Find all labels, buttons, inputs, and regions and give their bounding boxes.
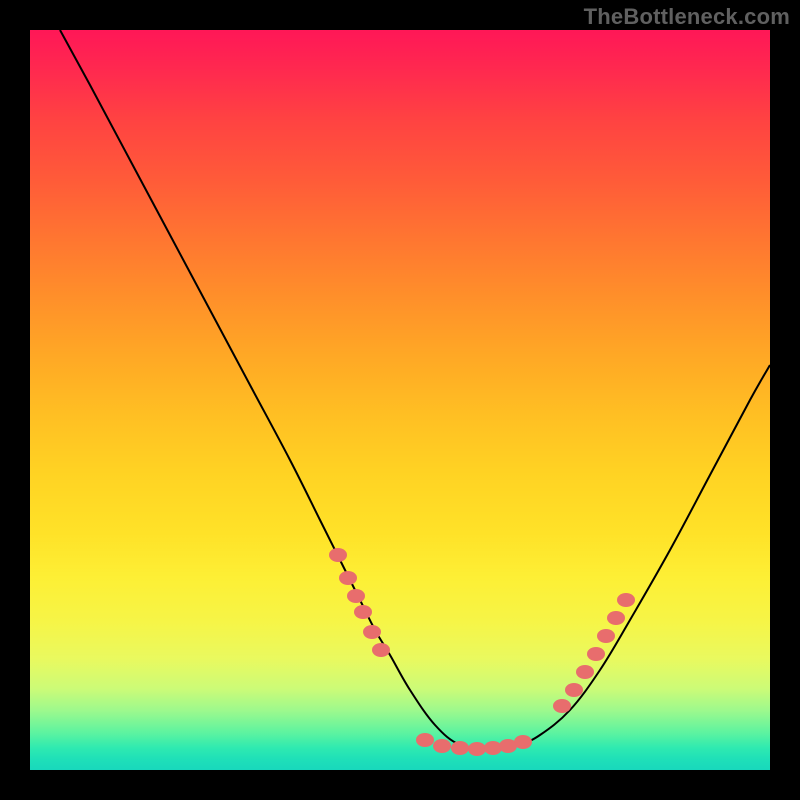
data-marker [416,733,434,747]
data-marker [617,593,635,607]
data-markers [329,548,635,756]
data-marker [372,643,390,657]
data-marker [451,741,469,755]
data-marker [468,742,486,756]
data-marker [354,605,372,619]
data-marker [607,611,625,625]
data-marker [587,647,605,661]
curve-layer [30,30,770,770]
data-marker [597,629,615,643]
data-marker [363,625,381,639]
data-marker [514,735,532,749]
data-marker [484,741,502,755]
data-marker [433,739,451,753]
data-marker [339,571,357,585]
data-marker [565,683,583,697]
bottleneck-curve [60,30,770,750]
data-marker [576,665,594,679]
data-marker [347,589,365,603]
watermark-text: TheBottleneck.com [584,4,790,30]
data-marker [329,548,347,562]
data-marker [553,699,571,713]
chart-stage: TheBottleneck.com [0,0,800,800]
plot-area [30,30,770,770]
